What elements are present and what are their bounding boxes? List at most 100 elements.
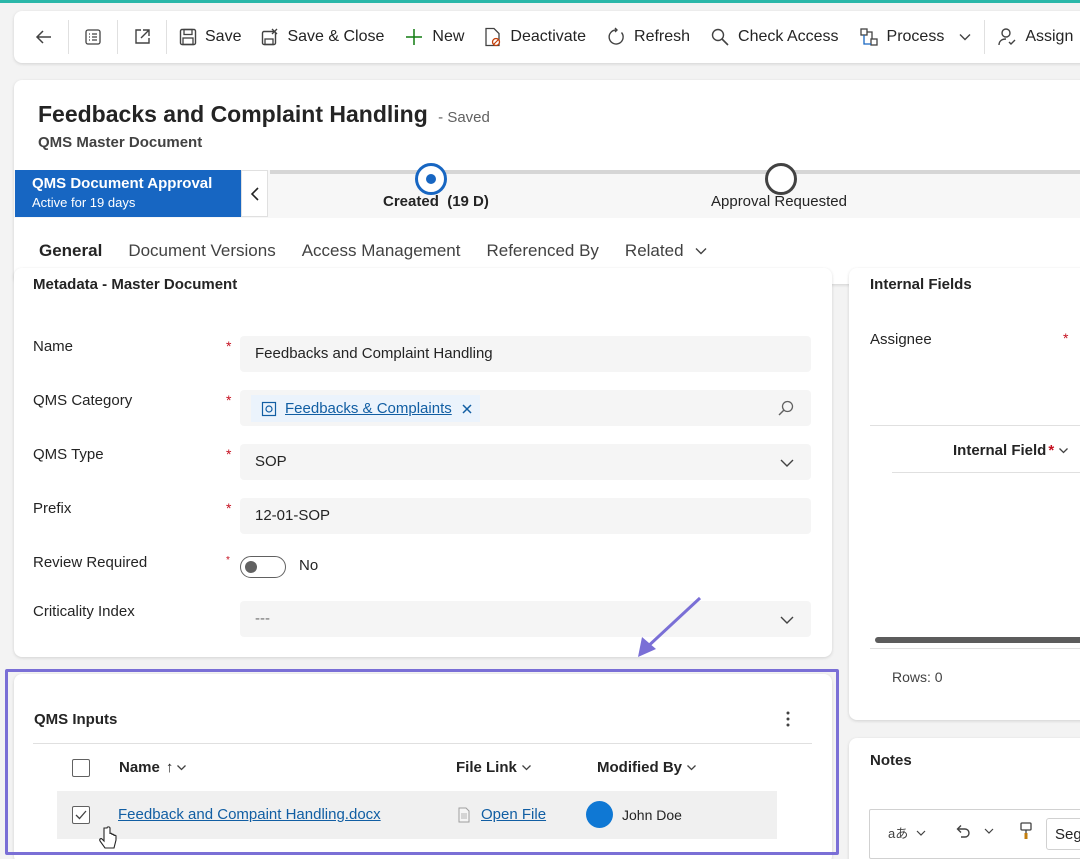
divider: [870, 425, 1080, 426]
avatar: [586, 801, 613, 828]
criticality-value: ---: [255, 610, 270, 627]
bpf-stage-approval-node[interactable]: [765, 163, 797, 195]
deactivate-document-icon: [485, 27, 501, 47]
process-flow-icon: [859, 28, 878, 46]
divider: [870, 648, 1080, 649]
internal-field-column-header[interactable]: Internal Field *: [953, 442, 1069, 459]
save-button[interactable]: Save: [169, 17, 251, 57]
bpf-process-flyout[interactable]: QMS Document Approval Active for 19 days: [15, 170, 241, 217]
checkmark-icon: [75, 810, 87, 820]
remove-icon[interactable]: [462, 403, 472, 414]
file-link-cell[interactable]: Open File: [457, 806, 546, 823]
modified-by-name: John Doe: [622, 807, 682, 823]
bpf-collapse-button[interactable]: [241, 170, 268, 217]
open-file-link[interactable]: Open File: [481, 806, 546, 823]
internal-fields-section: Internal Fields Assignee * Internal Fiel…: [849, 268, 1080, 720]
bpf-stage-created-node[interactable]: [415, 163, 447, 195]
chevron-down-icon: [521, 765, 531, 771]
stage-created-name: Created: [383, 193, 439, 210]
required-indicator: *: [226, 338, 232, 354]
separator: [117, 20, 118, 54]
field-review-required: Review Required * No: [33, 552, 813, 590]
horizontal-scrollbar[interactable]: [875, 637, 1080, 643]
qms-type-select[interactable]: SOP: [240, 444, 811, 480]
chevron-down-icon: [984, 828, 994, 834]
search-icon[interactable]: [777, 399, 795, 417]
field-label: QMS Category: [33, 392, 133, 409]
required-indicator: *: [226, 392, 232, 408]
check-access-button[interactable]: Check Access: [700, 17, 848, 57]
field-qms-type: QMS Type * SOP: [33, 444, 813, 482]
qms-type-value: SOP: [255, 453, 287, 470]
arrow-left-icon: [35, 30, 51, 44]
rich-text-toolbar: aあ Seg: [869, 809, 1080, 859]
column-label: File Link: [456, 759, 517, 776]
more-commands-button[interactable]: [778, 708, 798, 730]
open-new-window-button[interactable]: [120, 17, 164, 57]
row-checkbox[interactable]: [72, 806, 90, 824]
section-title: Internal Fields: [870, 276, 972, 293]
table-row[interactable]: Feedback and Compaint Handling.docx Open…: [57, 791, 777, 839]
deactivate-button[interactable]: Deactivate: [474, 17, 596, 57]
back-button[interactable]: [22, 17, 66, 57]
bpf-stage-approval-label[interactable]: Approval Requested: [711, 193, 847, 210]
more-vertical-icon: [786, 711, 790, 727]
bpf-process-name: QMS Document Approval: [32, 175, 213, 192]
command-bar: Save Save & Close New Deactivate Refresh…: [14, 11, 1080, 63]
bpf-active-duration: Active for 19 days: [32, 195, 136, 210]
bpf-stage-created-label[interactable]: Created (19 D): [383, 193, 489, 210]
language-button[interactable]: aあ: [888, 823, 926, 842]
name-input[interactable]: Feedbacks and Complaint Handling: [240, 336, 811, 372]
assign-label: Assign: [1025, 28, 1074, 45]
bpf-track: [270, 170, 1080, 174]
font-family-select[interactable]: Seg: [1046, 818, 1080, 850]
qms-inputs-subgrid: QMS Inputs Name ↑ File Link Modified By …: [14, 674, 832, 859]
annotation-arrow-icon: [638, 596, 702, 657]
required-indicator: *: [226, 500, 232, 516]
form-selector-button[interactable]: [71, 17, 115, 57]
column-header-file-link[interactable]: File Link: [456, 759, 532, 776]
hand-cursor-icon: [99, 826, 117, 849]
qms-category-lookup[interactable]: Feedbacks & Complaints: [240, 390, 811, 426]
record-title-text: Feedbacks and Complaint Handling: [38, 101, 428, 127]
new-label: New: [432, 28, 465, 45]
separator: [166, 20, 167, 54]
save-close-label: Save & Close: [287, 28, 385, 45]
process-button[interactable]: Process: [849, 17, 983, 57]
divider: [892, 472, 1080, 473]
refresh-label: Refresh: [634, 28, 691, 45]
format-painter-button[interactable]: [1018, 822, 1034, 845]
category-link[interactable]: Feedbacks & Complaints: [285, 400, 452, 417]
separator: [68, 20, 69, 54]
chevron-down-icon: [959, 34, 971, 41]
recommended-indicator: *: [226, 555, 230, 566]
record-title: Feedbacks and Complaint Handling - Saved: [38, 101, 490, 128]
search-key-icon: [711, 28, 729, 46]
new-button[interactable]: New: [394, 17, 474, 57]
field-qms-category: QMS Category * Feedbacks & Complaints: [33, 390, 813, 428]
field-label: Prefix: [33, 500, 72, 517]
column-header-name[interactable]: Name ↑: [119, 759, 187, 776]
document-icon: [458, 807, 470, 822]
refresh-button[interactable]: Refresh: [596, 17, 700, 57]
check-access-label: Check Access: [738, 28, 839, 45]
save-label: Save: [205, 28, 242, 45]
select-all-checkbox[interactable]: [72, 759, 90, 777]
top-accent-line: [0, 0, 1080, 3]
criticality-index-select[interactable]: ---: [240, 601, 811, 637]
save-icon: [179, 28, 197, 46]
review-required-toggle[interactable]: [240, 556, 286, 578]
column-label: Modified By: [597, 759, 682, 776]
save-close-button[interactable]: Save & Close: [251, 17, 394, 57]
assign-button[interactable]: Assign: [987, 17, 1080, 57]
field-label: Review Required: [33, 554, 148, 571]
undo-button[interactable]: [954, 822, 994, 840]
format-painter-icon: [1020, 822, 1032, 839]
chevron-down-icon: [780, 459, 794, 467]
plus-icon: [406, 29, 423, 45]
row-name-link[interactable]: Feedback and Compaint Handling.docx: [118, 806, 381, 823]
required-indicator: *: [1048, 442, 1055, 459]
prefix-input[interactable]: 12-01-SOP: [240, 498, 811, 534]
chevron-left-icon: [250, 186, 259, 201]
column-header-modified-by[interactable]: Modified By: [597, 759, 697, 776]
